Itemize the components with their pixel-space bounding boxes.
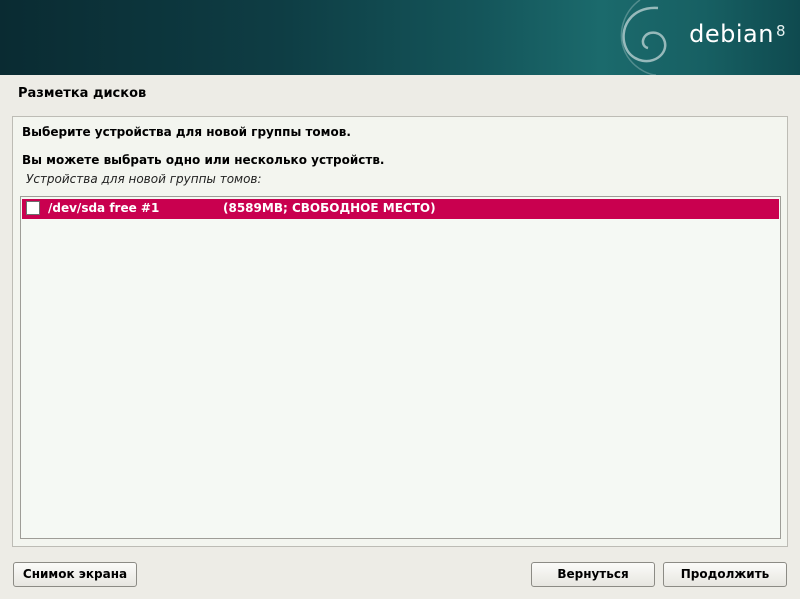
device-checkbox[interactable] — [26, 201, 40, 215]
screenshot-button[interactable]: Снимок экрана — [13, 562, 137, 587]
device-list[interactable]: /dev/sda free #1 (8589MB; СВОБОДНОЕ МЕСТ… — [20, 196, 781, 539]
list-label: Устройства для новой группы томов: — [26, 172, 262, 186]
dialog-question: Выберите устройства для новой группы том… — [22, 125, 351, 139]
page-title: Разметка дисков — [18, 86, 147, 101]
dialog-panel: Выберите устройства для новой группы том… — [12, 116, 788, 547]
brand-name: debian — [689, 20, 774, 48]
back-button[interactable]: Вернуться — [531, 562, 655, 587]
header-banner: debian 8 — [0, 0, 800, 75]
device-name: /dev/sda free #1 — [48, 201, 160, 215]
device-size: (8589MB; СВОБОДНОЕ МЕСТО) — [223, 201, 436, 215]
continue-button[interactable]: Продолжить — [663, 562, 787, 587]
dialog-hint: Вы можете выбрать одно или несколько уст… — [22, 153, 385, 167]
brand-version: 8 — [775, 22, 786, 40]
debian-logo: debian 8 — [689, 20, 786, 48]
device-list-item[interactable]: /dev/sda free #1 (8589MB; СВОБОДНОЕ МЕСТ… — [22, 199, 779, 219]
